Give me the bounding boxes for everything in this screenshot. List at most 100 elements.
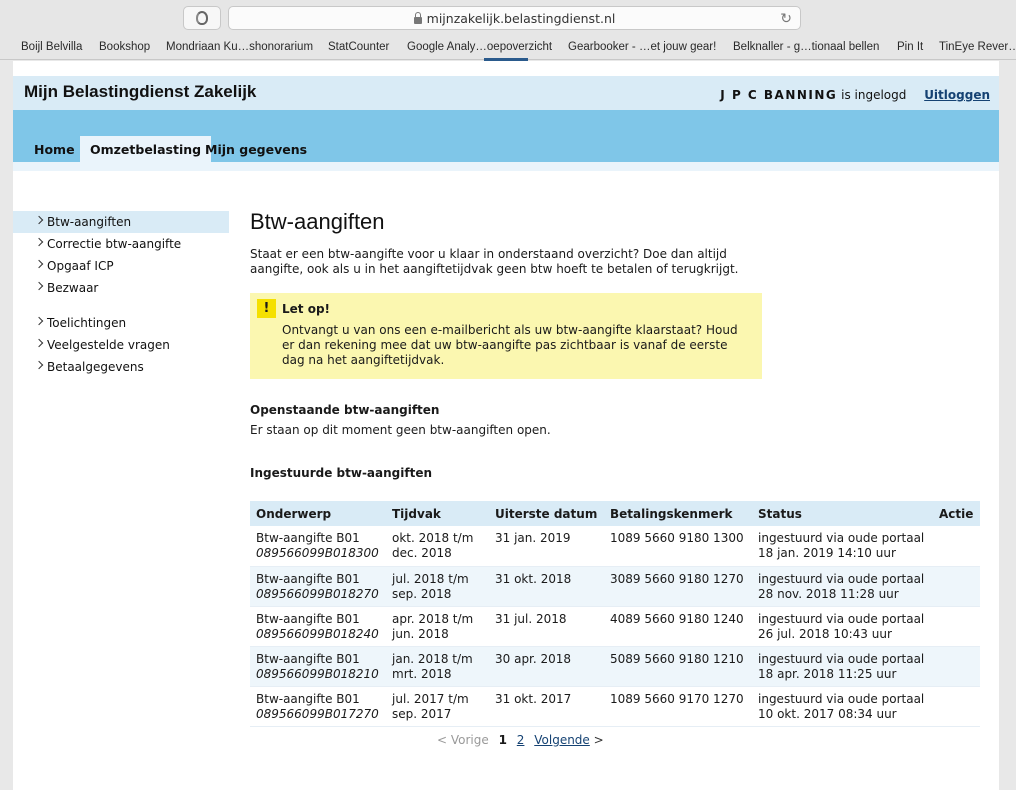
sidebar-item-label: Betaalgegevens [47,360,144,374]
period-end: jun. 2018 [392,626,449,641]
subject-text: Btw-aangifte B01 [256,611,360,626]
chevron-right-icon [34,338,44,348]
tab-home[interactable]: Home [24,136,85,162]
site-title: Mijn Belastingdienst Zakelijk [24,82,257,101]
period-start: jul. 2017 t/m [392,691,469,706]
status-date: 18 jan. 2019 14:10 uur [758,546,896,560]
sidebar-item-label: Toelichtingen [47,316,127,330]
table-header-row: Onderwerp Tijdvak Uiterste datum Betalin… [250,501,980,526]
cell-payment-ref: 1089 5660 9170 1270 [604,686,752,727]
logout-link[interactable]: Uitloggen [924,88,990,102]
cell-subject: Btw-aangifte B01 089566099B018300 [250,526,386,567]
notice-box: ! Let op! Ontvangt u van ons een e-mailb… [250,293,762,379]
bookmark-item[interactable]: Google Analy…oepoverzicht [407,41,552,53]
cell-period: jul. 2017 t/m sep. 2017 [386,686,489,727]
chevron-right-icon [34,215,44,225]
col-header-betalingskenmerk: Betalingskenmerk [604,501,752,526]
shield-icon [196,11,208,25]
url-text: mijnzakelijk.belastingdienst.nl [426,10,616,26]
cell-subject: Btw-aangifte B01 089566099B018210 [250,646,386,687]
table-row: Btw-aangifte B01 089566099B018300 okt. 20… [250,526,980,567]
main-nav: Home Omzetbelasting Mijn gegevens [13,110,999,162]
site-header: Mijn Belastingdienst Zakelijk J P C BANN… [13,76,999,110]
cell-payment-ref: 5089 5660 9180 1210 [604,646,752,687]
reference-number: 089566099B018210 [256,666,379,681]
cell-status: ingestuurd via oude portaal 28 nov. 2018 … [752,566,933,607]
cell-payment-ref: 3089 5660 9180 1270 [604,566,752,607]
tab-omzetbelasting[interactable]: Omzetbelasting [80,136,212,162]
cell-deadline: 31 jan. 2019 [489,526,604,567]
bookmark-item[interactable]: Gearbooker - …et jouw gear! [568,41,716,53]
prev-page-link: < Vorige [437,733,489,747]
user-name: J P C BANNING [720,88,838,102]
bookmark-item[interactable]: Pin It [897,41,923,53]
sidebar-item-label: Opgaaf ICP [47,259,114,273]
bookmark-item[interactable]: TinEye Rever… [939,41,1016,53]
status-date: 28 nov. 2018 11:28 uur [758,586,899,601]
subject-text: Btw-aangifte B01 [256,691,360,706]
user-area: J P C BANNING is ingelogd Uitloggen [720,88,990,102]
sidebar-item-label: Veelgestelde vragen [47,338,170,352]
reference-number: 089566099B018300 [256,546,379,560]
col-header-actie: Actie [933,501,980,526]
next-page-link[interactable]: Volgende [534,733,590,747]
chevron-right-icon [34,316,44,326]
period-end: sep. 2018 [392,586,452,601]
cell-action [933,606,980,647]
tab-mijn-gegevens[interactable]: Mijn gegevens [195,136,317,162]
table-row: Btw-aangifte B01 089566099B018240 apr. 20… [250,606,980,647]
period-end: dec. 2018 [392,546,452,560]
status-text: ingestuurd via oude portaal [758,531,925,545]
pagination: < Vorige 1 2 Volgende > [437,733,604,747]
chevron-right-icon [34,360,44,370]
cell-status: ingestuurd via oude portaal 26 jul. 2018 … [752,606,933,647]
cell-period: okt. 2018 t/m dec. 2018 [386,526,489,567]
bookmarks-bar: Boijl Belvilla Bookshop Mondriaan Ku…sho… [0,38,1016,58]
notice-title: Let op! [282,302,331,316]
sidebar-item-betaalgegevens[interactable]: Betaalgegevens [13,356,229,378]
browser-chrome: mijnzakelijk.belastingdienst.nl ↻ Boijl … [0,0,1016,61]
chevron-right-icon[interactable]: > [594,733,604,747]
col-header-uiterste-datum: Uiterste datum [489,501,604,526]
reload-icon[interactable]: ↻ [780,11,792,27]
chevron-right-icon [34,281,44,291]
privacy-shield-button[interactable] [183,6,221,30]
bookmark-item[interactable]: StatCounter [328,41,389,53]
page: Mijn Belastingdienst Zakelijk J P C BANN… [13,61,999,790]
chevron-right-icon [34,259,44,269]
cell-payment-ref: 4089 5660 9180 1240 [604,606,752,647]
period-end: mrt. 2018 [392,666,452,681]
bookmark-item[interactable]: Mondriaan Ku…shonorarium [166,41,313,53]
nav-bottom-bar [13,162,999,171]
cell-subject: Btw-aangifte B01 089566099B018270 [250,566,386,607]
page-2-link[interactable]: 2 [517,733,525,747]
sidebar-item-bezwaar[interactable]: Bezwaar [13,277,229,299]
cell-status: ingestuurd via oude portaal 10 okt. 2017 … [752,686,933,727]
sidebar-item-label: Btw-aangiften [47,215,132,229]
intro-text: Staat er een btw-aangifte voor u klaar i… [250,247,739,276]
cell-subject: Btw-aangifte B01 089566099B017270 [250,686,386,727]
chevron-right-icon [34,237,44,247]
sidebar-item-opgaaf-icp[interactable]: Opgaaf ICP [13,255,229,277]
cell-action [933,566,980,607]
cell-status: ingestuurd via oude portaal 18 jan. 2019 … [752,526,933,567]
address-bar[interactable]: mijnzakelijk.belastingdienst.nl ↻ [228,6,801,30]
status-text: ingestuurd via oude portaal [758,611,925,626]
cell-deadline: 31 jul. 2018 [489,606,604,647]
reference-number: 089566099B018270 [256,586,379,601]
page-title: Btw-aangiften [250,209,385,234]
bookmark-item[interactable]: Belknaller - g…tionaal bellen [733,41,879,53]
period-end: sep. 2017 [392,706,452,721]
sidebar-item-faq[interactable]: Veelgestelde vragen [13,334,229,356]
sidebar-item-toelichtingen[interactable]: Toelichtingen [13,312,229,334]
bookmark-item[interactable]: Boijl Belvilla [21,41,82,53]
period-start: jan. 2018 t/m [392,651,473,666]
status-text: ingestuurd via oude portaal [758,651,925,666]
table-row: Btw-aangifte B01 089566099B017270 jul. 20… [250,686,980,727]
bookmark-item[interactable]: Bookshop [99,41,150,53]
sidebar-item-label: Correctie btw-aangifte [47,237,182,251]
sidebar-item-btw-aangiften[interactable]: Btw-aangiften [13,211,229,233]
subject-text: Btw-aangifte B01 [256,651,360,666]
sidebar-item-correctie[interactable]: Correctie btw-aangifte [13,233,229,255]
warning-icon: ! [257,299,276,318]
